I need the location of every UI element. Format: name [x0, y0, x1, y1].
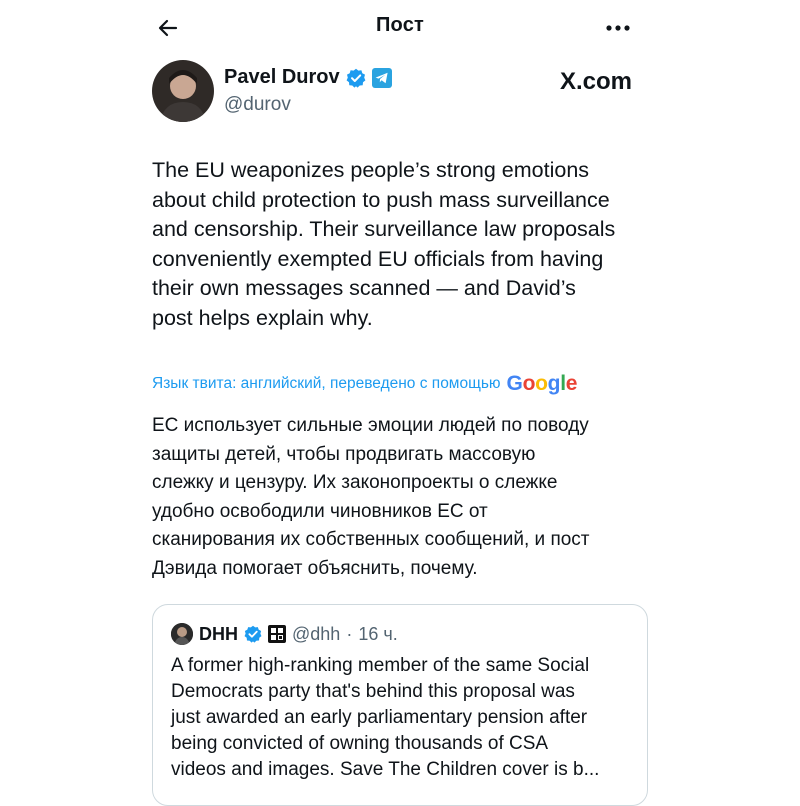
quoted-author-handle: @dhh: [292, 623, 341, 644]
post-text: The EU weaponizes people’s strong emotio…: [152, 158, 616, 330]
quoted-avatar: [171, 623, 193, 645]
quoted-post-card[interactable]: DHH @dhh · 16 ч. A former high-ranking m…: [152, 604, 648, 806]
verified-badge-icon: [346, 68, 366, 88]
company-affiliate-icon: [268, 625, 286, 643]
avatar[interactable]: [152, 60, 214, 122]
site-name: X.com: [560, 68, 633, 95]
page-title: Пост: [375, 14, 425, 36]
top-bar: Пост: [0, 0, 800, 56]
google-logo: Google: [506, 372, 578, 395]
telegram-affiliate-icon: [371, 67, 392, 88]
translation-label: Язык твита: английский, переведено с пом…: [152, 375, 501, 392]
author-handle[interactable]: @durov: [224, 94, 291, 116]
quoted-post-header: DHH @dhh · 16 ч.: [171, 623, 398, 645]
site-logo: X.com: [560, 68, 632, 96]
quoted-post-text: A former high-ranking member of the same…: [171, 655, 600, 780]
quoted-author-name: DHH: [199, 623, 238, 644]
meta-separator: ·: [346, 623, 353, 644]
more-button[interactable]: [596, 12, 640, 44]
author-name: Pavel Durov: [224, 66, 340, 88]
translated-text: ЕС использует сильные эмоции людей по по…: [152, 415, 590, 579]
verified-badge-icon: [244, 625, 262, 643]
author-name-row[interactable]: Pavel Durov: [224, 66, 392, 89]
more-horizontal-icon: [606, 25, 630, 31]
translation-notice[interactable]: Язык твита: английский, переведено с пом…: [152, 372, 577, 396]
avatar-image: [152, 60, 214, 122]
quoted-post-time: 16 ч.: [358, 623, 398, 644]
